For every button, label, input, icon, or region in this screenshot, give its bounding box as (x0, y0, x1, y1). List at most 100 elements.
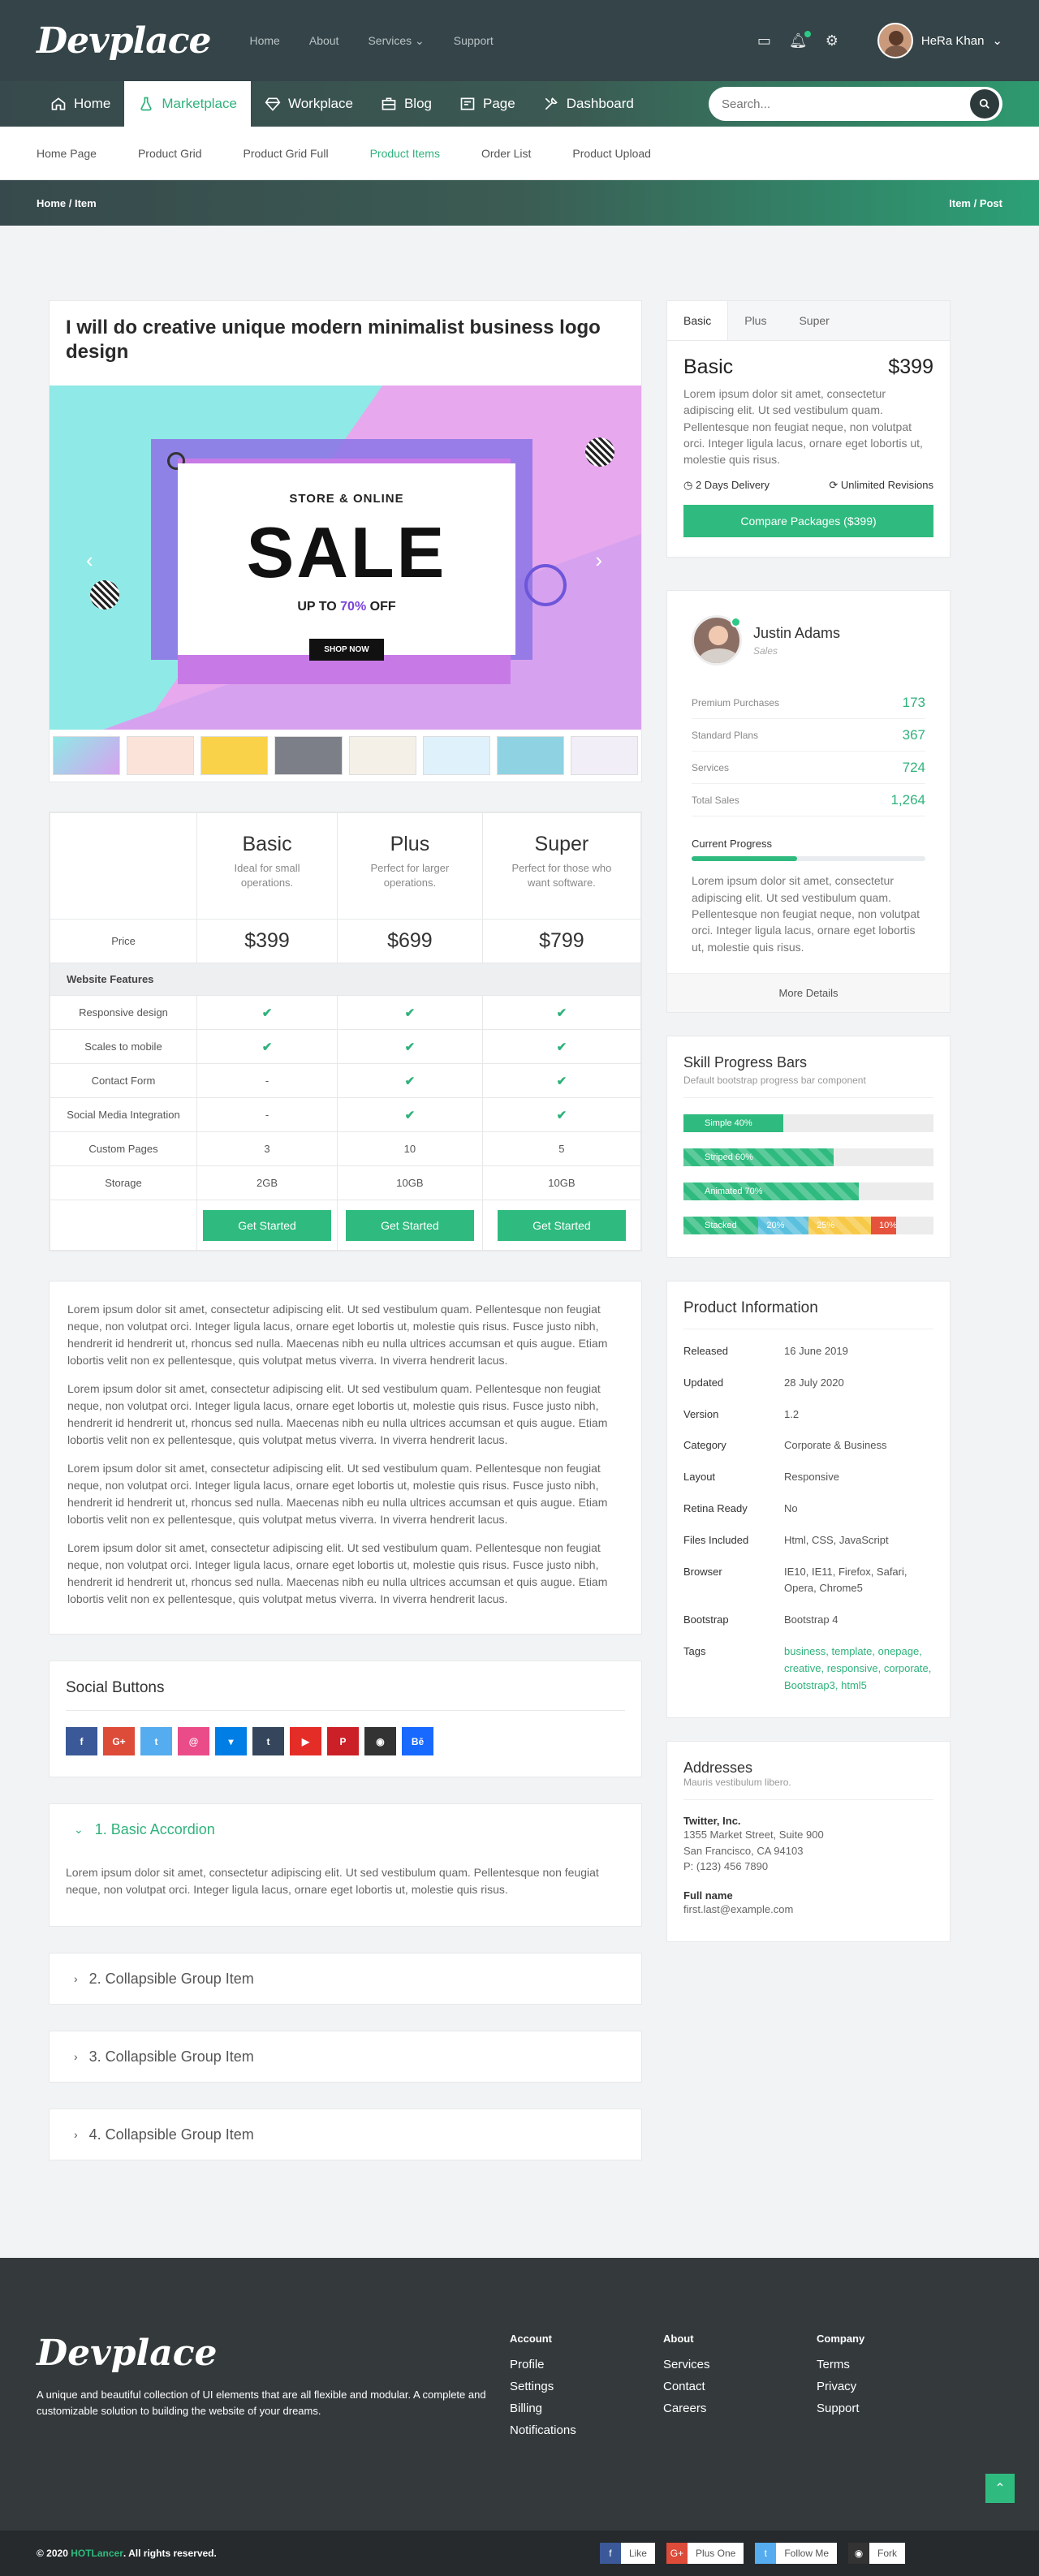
shop-now-button[interactable]: SHOP NOW (309, 639, 384, 661)
plan-price: $399 (196, 919, 338, 963)
product-image-carousel[interactable]: STORE & ONLINE SALE UP TO 70% OFF SHOP N… (50, 386, 641, 730)
share-button[interactable]: ◉ Fork (848, 2543, 905, 2564)
footer-link[interactable]: Contact (663, 2380, 817, 2393)
footer-link[interactable]: Notifications (510, 2423, 663, 2437)
nav-item-blog[interactable]: Blog (367, 81, 446, 127)
feature-label: Responsive design (50, 995, 197, 1030)
top-nav: Home About Services ⌄ Support (250, 34, 494, 48)
thumbnail[interactable] (200, 736, 269, 775)
message-icon[interactable]: ▭ (757, 32, 771, 50)
footer-link[interactable]: Privacy (817, 2380, 970, 2393)
nav-item-dashboard[interactable]: Dashboard (529, 81, 648, 127)
accordion-header[interactable]: ⌄ 1. Basic Accordion (50, 1804, 641, 1854)
footer-link[interactable]: Profile (510, 2358, 663, 2371)
breadcrumb[interactable]: Home / Item (37, 197, 97, 209)
pricing-empty-cell (50, 1200, 197, 1251)
plan-name: Super (534, 833, 589, 855)
thumbnail[interactable] (274, 736, 343, 775)
tumblr-icon[interactable]: t (252, 1727, 284, 1755)
subnav-product-items[interactable]: Product Items (370, 147, 440, 160)
share-button[interactable]: G+ Plus One (666, 2543, 744, 2564)
chevron-right-icon[interactable]: › (595, 548, 602, 573)
hero-circle (90, 580, 119, 610)
footer-column-title: Account (510, 2333, 552, 2345)
nav-item-page[interactable]: Page (446, 81, 529, 127)
google-plus-icon[interactable]: G+ (103, 1727, 135, 1755)
get-started-button[interactable]: Get Started (345, 1209, 474, 1241)
subnav-product-grid[interactable]: Product Grid (138, 147, 202, 160)
accordion-header[interactable]: › 4. Collapsible Group Item (50, 2109, 641, 2160)
profile-role: Sales (753, 644, 778, 657)
email-link[interactable]: first.last@example.com (683, 1902, 933, 1918)
user-menu[interactable]: HeRa Khan ⌄ (877, 23, 1002, 58)
tag-links[interactable]: business, template, onepage, creative, r… (784, 1643, 933, 1694)
nav-item-workplace[interactable]: Workplace (251, 81, 367, 127)
get-started-button[interactable]: Get Started (497, 1209, 626, 1241)
footer-link[interactable]: Terms (817, 2358, 970, 2371)
footer-link[interactable]: Settings (510, 2380, 663, 2393)
product-title: I will do creative unique modern minimal… (66, 317, 601, 363)
thumbnail[interactable] (53, 736, 121, 775)
github-icon[interactable]: ◉ (364, 1727, 396, 1755)
accordion-header[interactable]: › 3. Collapsible Group Item (50, 2031, 641, 2082)
breadcrumb-right[interactable]: Item / Post (949, 197, 1002, 209)
footer-link[interactable]: Support (817, 2402, 970, 2415)
thumbnail[interactable] (422, 736, 490, 775)
topnav-services[interactable]: Services ⌄ (368, 34, 424, 48)
nav-item-home[interactable]: Home (37, 81, 124, 127)
feature-label: Custom Pages (50, 1131, 197, 1166)
footer-link[interactable]: Careers (663, 2402, 817, 2415)
footer-link[interactable]: Services (663, 2358, 817, 2371)
twitter-icon[interactable]: t (140, 1727, 172, 1755)
topnav-home[interactable]: Home (250, 34, 280, 48)
thumbnail[interactable] (570, 736, 638, 775)
accordion-item: › 3. Collapsible Group Item (49, 2031, 642, 2083)
subnav-product-upload[interactable]: Product Upload (572, 147, 651, 160)
copyright-brand[interactable]: HOTLancer (71, 2548, 123, 2559)
info-value: Corporate & Business (784, 1439, 887, 1452)
share-button[interactable]: f Like (599, 2543, 655, 2564)
site-logo[interactable]: Devplace (37, 20, 211, 62)
search-button[interactable] (970, 89, 999, 118)
banner-title: SALE (246, 512, 447, 592)
skill-bars: Simple 40% Striped 60% Animated 70% Stacked… (683, 1114, 933, 1234)
chevron-left-icon[interactable]: ‹ (86, 548, 93, 573)
more-details-button[interactable]: More Details (667, 972, 950, 1012)
subnav-order-list[interactable]: Order List (481, 147, 531, 160)
bell-icon[interactable]: 🔔︎ (789, 30, 811, 50)
topnav-support[interactable]: Support (454, 34, 494, 48)
thumbnail[interactable] (348, 736, 416, 775)
nav-item-marketplace[interactable]: Marketplace (124, 81, 251, 127)
stat-value: 173 (902, 694, 925, 710)
topnav-about[interactable]: About (309, 34, 339, 48)
youtube-icon[interactable]: ▶ (290, 1727, 321, 1755)
search-input[interactable] (722, 97, 970, 111)
facebook-icon[interactable]: f (66, 1727, 97, 1755)
footer-link[interactable]: Billing (510, 2402, 663, 2415)
scroll-top-button[interactable]: ⌃ (985, 2474, 1015, 2503)
tab-plus[interactable]: Plus (728, 301, 782, 340)
stat-label: Premium Purchases (692, 696, 780, 709)
address-line: San Francisco, CA 94103 (683, 1844, 804, 1857)
dribbble-icon[interactable]: @ (178, 1727, 209, 1755)
behance-icon[interactable]: Bē (402, 1727, 433, 1755)
footer-logo[interactable]: Devplace (37, 2333, 500, 2374)
thumbnail[interactable] (127, 736, 195, 775)
thumbnail[interactable] (496, 736, 564, 775)
accordion-header[interactable]: › 2. Collapsible Group Item (50, 1954, 641, 2004)
info-value: IE10, IE11, Firefox, Safari, Opera, Chro… (784, 1565, 908, 1595)
tab-super[interactable]: Super (782, 301, 845, 340)
tab-basic[interactable]: Basic (667, 301, 729, 340)
subnav-home-page[interactable]: Home Page (37, 147, 97, 160)
subnav-product-grid-full[interactable]: Product Grid Full (244, 147, 329, 160)
home-icon (51, 97, 66, 110)
feature-value: 10 (337, 1131, 483, 1166)
dropbox-icon[interactable]: ▾ (215, 1727, 247, 1755)
gear-icon[interactable]: ⚙ (826, 32, 839, 50)
share-button[interactable]: t Follow Me (755, 2543, 837, 2564)
pinterest-icon[interactable]: P (327, 1727, 359, 1755)
compare-packages-button[interactable]: Compare Packages ($399) (683, 505, 933, 538)
profile-name[interactable]: Justin Adams (753, 625, 840, 642)
get-started-button[interactable]: Get Started (203, 1209, 331, 1241)
price-label: Price (50, 919, 197, 963)
